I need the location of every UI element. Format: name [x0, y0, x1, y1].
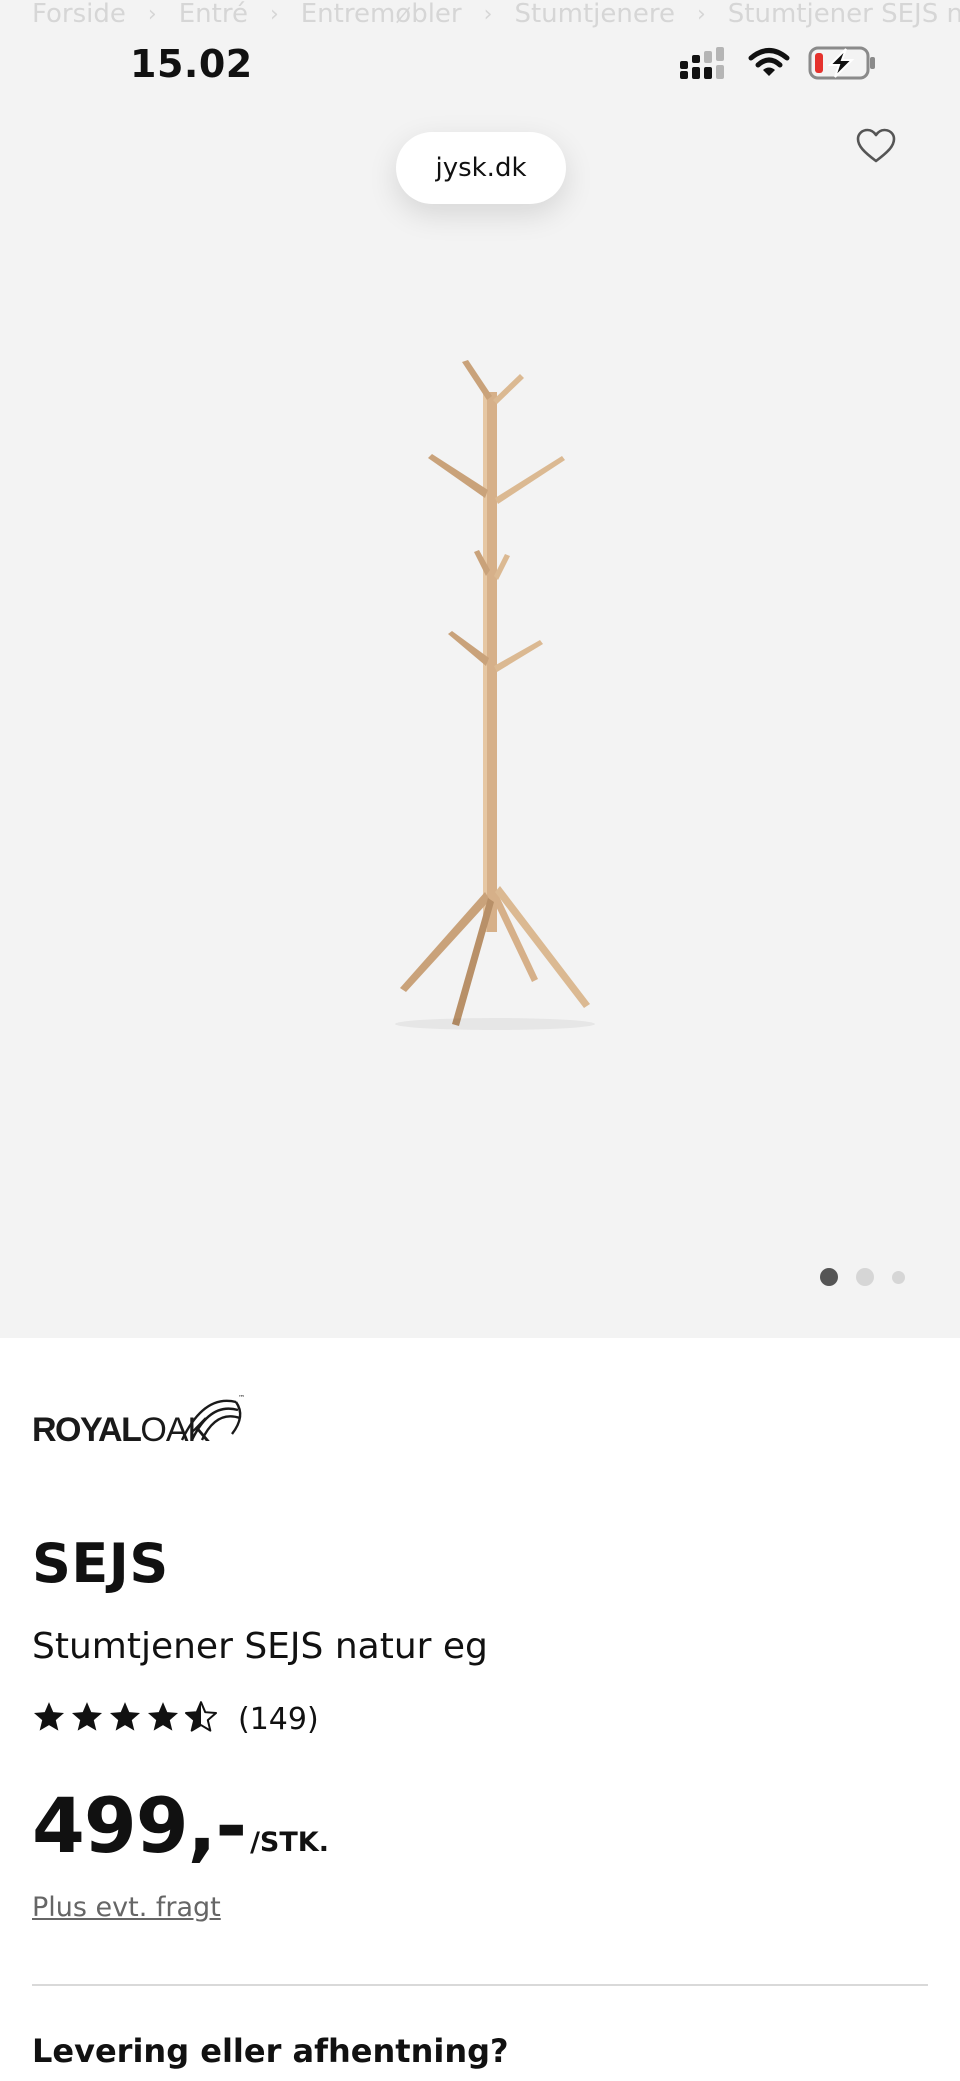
wifi-icon: [748, 47, 790, 83]
brand-name-bold: ROYAL: [32, 1411, 142, 1449]
product-price: 499,-: [32, 1781, 247, 1870]
star-full-icon: [70, 1700, 104, 1738]
delivery-heading[interactable]: Levering eller afhentning?: [32, 2032, 509, 2070]
chevron-right-icon: ›: [147, 1, 157, 27]
rating-stars: [32, 1700, 218, 1738]
review-count: (149): [238, 1701, 319, 1737]
product-image-coat-stand[interactable]: [360, 352, 600, 1040]
cellular-signal-icon: [680, 47, 730, 83]
star-full-icon: [32, 1700, 66, 1738]
status-icons: [680, 46, 878, 84]
breadcrumb-item-current: Stumtjener SEJS n: [727, 0, 960, 29]
product-rating[interactable]: (149): [32, 1700, 319, 1738]
product-hero: Forside › Entré › Entremøbler › Stumtjen…: [0, 0, 960, 1338]
status-time: 15.02: [130, 42, 253, 86]
brand-trademark: ™: [238, 1394, 245, 1402]
gallery-dot-3[interactable]: [892, 1270, 905, 1284]
favorite-button[interactable]: [852, 124, 900, 172]
star-full-icon: [146, 1700, 180, 1738]
product-subtitle: Stumtjener SEJS natur eg: [32, 1626, 488, 1667]
product-name: SEJS: [32, 1532, 169, 1595]
heart-outline-icon: [856, 128, 896, 168]
status-bar: 15.02: [0, 28, 960, 104]
brand-logo[interactable]: ROYAL OAK ™: [32, 1392, 245, 1450]
shipping-info-link[interactable]: Plus evt. fragt: [32, 1892, 221, 1923]
gallery-dot-2[interactable]: [856, 1268, 874, 1286]
chevron-right-icon: ›: [696, 1, 706, 27]
breadcrumb-item-entremobler[interactable]: Entremøbler: [301, 0, 462, 29]
gallery-pagination: [820, 1268, 905, 1286]
breadcrumb: Forside › Entré › Entremøbler › Stumtjen…: [32, 0, 960, 29]
breadcrumb-item-entre[interactable]: Entré: [179, 0, 248, 29]
battery-charging-icon: [808, 46, 878, 84]
divider: [32, 1984, 928, 1986]
chevron-right-icon: ›: [483, 1, 493, 27]
star-full-icon: [108, 1700, 142, 1738]
price-unit: /STK.: [250, 1827, 329, 1858]
price-row: 499,- /STK.: [32, 1788, 329, 1864]
url-pill[interactable]: jysk.dk: [396, 132, 566, 204]
brand-swirl-icon: ™: [174, 1388, 254, 1452]
breadcrumb-item-forside[interactable]: Forside: [32, 0, 126, 29]
star-half-icon: [184, 1700, 218, 1738]
chevron-right-icon: ›: [269, 1, 279, 27]
gallery-dot-1[interactable]: [820, 1268, 838, 1286]
breadcrumb-item-stumtjenere[interactable]: Stumtjenere: [514, 0, 675, 29]
